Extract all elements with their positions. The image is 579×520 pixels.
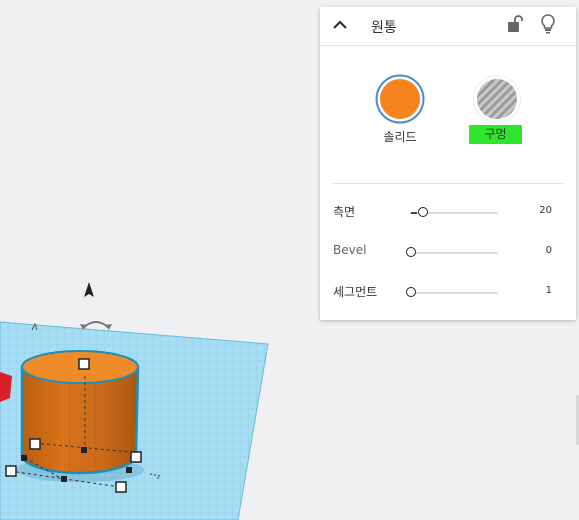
solid-label: 솔리드 [383,130,417,144]
prop-value-sides[interactable]: 20 [539,205,552,216]
lift-arrow-icon [84,282,94,297]
prop-label-sides: 측면 [333,205,356,219]
panel-title: 원통 [371,20,397,36]
bevel-slider-track[interactable] [410,252,498,254]
handle-left [29,438,41,450]
hole-button[interactable] [472,74,522,124]
solid-color-button[interactable] [375,74,425,124]
prop-row-sides: 측면 20 [320,200,576,224]
segments-slider-track[interactable] [410,292,498,294]
prop-label-bevel: Bevel [333,243,367,257]
divider [332,183,564,184]
bevel-slider-thumb[interactable] [406,247,416,257]
chevron-up-icon[interactable] [332,17,348,33]
handle-right [130,451,142,463]
handle-bottom-left [5,465,17,477]
segments-slider-thumb[interactable] [406,287,416,297]
handle-top [78,358,90,370]
shape-properties-panel: 원통 솔리드 구멍 측면 20 Bevel 0 세그먼트 1 [320,7,576,320]
lightbulb-icon[interactable] [540,14,556,34]
unlocked-icon[interactable] [507,15,523,33]
hole-label: 구멍 [469,125,522,144]
sides-slider-thumb[interactable] [418,207,429,217]
handle-bottom-right [115,481,127,493]
prop-row-bevel: Bevel 0 [320,240,576,264]
panel-header: 원통 [320,7,576,46]
prop-value-segments[interactable]: 1 [546,285,552,296]
prop-label-segments: 세그먼트 [333,285,378,299]
prop-row-segments: 세그먼트 1 [320,280,576,304]
prop-value-bevel[interactable]: 0 [546,245,552,256]
sides-slider-fill [411,212,417,214]
